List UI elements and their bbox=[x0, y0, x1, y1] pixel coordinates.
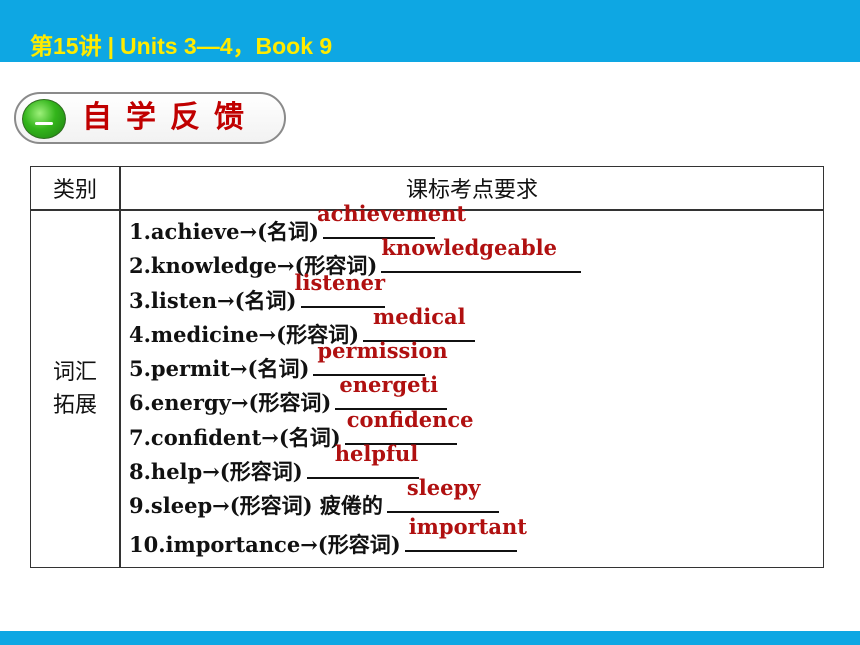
answer-text: helpful bbox=[334, 441, 419, 467]
exercise-prompt: 9.sleep→(形容词) 疲倦的 bbox=[129, 493, 383, 519]
column-header-category: 类别 bbox=[52, 178, 97, 203]
exercise-item: 5.permit→(名词) permission bbox=[129, 338, 819, 386]
answer-blank: listener bbox=[295, 270, 385, 308]
exercise-prompt: 8.help→(形容词) bbox=[129, 459, 303, 485]
exercise-item: 2.knowledge→(形容词) knowledgeable bbox=[129, 235, 819, 283]
answer-text: sleepy bbox=[406, 475, 481, 501]
answer-text: achievement bbox=[316, 201, 467, 226]
exercise-prompt: 6.energy→(形容词) bbox=[129, 390, 332, 416]
exercise-item: 7.confident→(名词) confidence bbox=[129, 407, 819, 455]
footer-bar bbox=[0, 631, 860, 645]
category-line-1: 词汇 bbox=[52, 360, 97, 385]
exercise-item: 10.importance→(形容词) important bbox=[129, 514, 819, 562]
column-header-requirements: 课标考点要求 bbox=[405, 178, 538, 203]
column-divider bbox=[119, 167, 121, 567]
answer-text: important bbox=[408, 513, 527, 539]
answer-blank: knowledgeable bbox=[381, 235, 582, 274]
section-title: 自学反馈 bbox=[82, 100, 258, 135]
green-bullet-icon bbox=[22, 99, 66, 139]
section-heading: 自学反馈 bbox=[14, 92, 286, 144]
category-cell: 词汇 拓展 bbox=[31, 211, 119, 567]
lecture-number: 第15讲 bbox=[30, 33, 102, 59]
title-separator: | bbox=[107, 33, 115, 59]
answer-text: permission bbox=[317, 338, 448, 364]
page-title: 第15讲 | Units 3—4，Book 9 bbox=[30, 30, 332, 62]
unit-subtitle: Units 3—4，Book 9 bbox=[120, 33, 333, 59]
exercise-prompt: 7.confident→(名词) bbox=[129, 424, 341, 450]
answer-text: energeti bbox=[339, 372, 439, 398]
answer-text: medical bbox=[373, 303, 466, 329]
answer-text: listener bbox=[294, 269, 386, 295]
exercise-prompt: 1.achieve→(名词) bbox=[129, 219, 319, 244]
exercise-item: 3.listen→(名词) listener bbox=[129, 270, 819, 318]
category-line-2: 拓展 bbox=[52, 393, 97, 418]
answer-text: knowledgeable bbox=[381, 235, 557, 261]
answer-blank: helpful bbox=[306, 441, 419, 480]
exercise-list: 1.achieve→(名词) achievement 2.knowledge→(形… bbox=[129, 201, 819, 562]
exercise-item: 6.energy→(形容词) energeti bbox=[129, 372, 819, 420]
exercise-item: 4.medicine→(形容词) medical bbox=[129, 304, 819, 352]
answer-text: confidence bbox=[346, 406, 474, 432]
exercise-prompt: 5.permit→(名词) bbox=[129, 356, 310, 382]
exercise-prompt: 3.listen→(名词) bbox=[129, 287, 297, 313]
exercise-prompt: 10.importance→(形容词) bbox=[129, 531, 401, 557]
answer-blank: important bbox=[404, 514, 527, 552]
vocabulary-table: 类别 课标考点要求 词汇 拓展 1.achieve→(名词) achievemen… bbox=[30, 166, 824, 568]
